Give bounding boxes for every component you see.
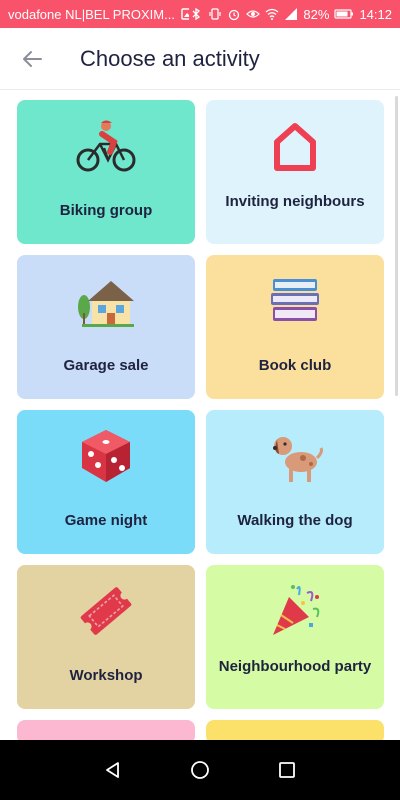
carrier-text: vodafone NL|BEL PROXIM... [8,6,175,22]
activity-card-biking-group[interactable]: Biking group [17,100,195,244]
activity-card-partial[interactable] [17,720,195,740]
activity-card-inviting-neighbours[interactable]: Inviting neighbours [206,100,384,244]
nav-recents-icon [278,762,295,778]
activity-card-garage-sale[interactable]: Garage sale [17,255,195,399]
arrow-left-icon [23,50,42,67]
activity-grid: Biking group Inviting neighbours Garage … [17,100,384,740]
activity-list[interactable]: Biking group Inviting neighbours Garage … [0,90,400,740]
home-outline-icon [274,123,316,171]
status-bar: vodafone NL|BEL PROXIM... 82% 14:12 [0,0,400,28]
image-notification-icon [181,7,190,21]
page-title: Choose an activity [80,45,260,71]
nav-home-icon [191,761,209,779]
dice-icon [82,430,130,482]
activity-card-game-night[interactable]: Game night [17,410,195,554]
nav-back-icon [106,762,120,778]
vibrate-icon [208,7,222,21]
activity-label: Neighbourhood party [218,658,372,675]
activity-label: Inviting neighbours [225,193,365,210]
activity-card-walking-the-dog[interactable]: Walking the dog [206,410,384,554]
activity-label: Walking the dog [237,512,353,529]
activity-label: Book club [258,357,332,374]
books-icon [271,279,319,321]
activity-label: Workshop [69,667,143,684]
activity-card-workshop[interactable]: Workshop [17,565,195,709]
nav-back-button[interactable] [93,750,133,790]
cyclist-icon [76,120,136,172]
activity-card-book-club[interactable]: Book club [206,255,384,399]
activity-card-partial[interactable] [206,720,384,740]
activity-label: Game night [64,512,148,529]
signal-icon [284,7,298,21]
back-button[interactable] [10,37,54,81]
bluetooth-icon [189,7,203,21]
wifi-icon [265,7,279,21]
activity-card-neighbourhood-party[interactable]: Neighbourhood party [206,565,384,709]
app-bar: Choose an activity [0,28,400,90]
scrollbar-thumb[interactable] [395,96,398,396]
party-popper-icon [273,585,320,635]
activity-label: Garage sale [63,357,149,374]
system-nav-bar [0,740,400,800]
dog-icon [273,437,323,482]
eye-icon [246,7,261,21]
clock-time: 14:12 [359,6,392,22]
status-right: 82% 14:12 [189,7,392,22]
house-icon [78,281,134,327]
nav-recents-button[interactable] [267,750,307,790]
alarm-icon [227,7,241,21]
screen: vodafone NL|BEL PROXIM... 82% 14:12 Choo… [0,0,400,800]
activity-label: Biking group [59,202,153,219]
battery-percent: 82% [303,6,330,22]
battery-icon [334,7,354,21]
status-left: vodafone NL|BEL PROXIM... [8,6,190,22]
nav-home-button[interactable] [180,750,220,790]
ticket-icon [80,587,132,635]
